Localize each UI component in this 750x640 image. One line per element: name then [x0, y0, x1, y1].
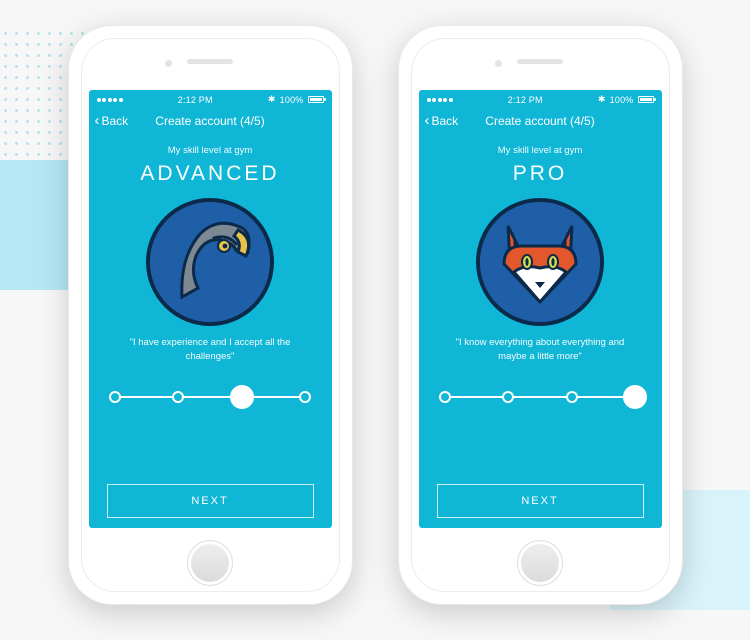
phone-speaker — [517, 59, 563, 64]
battery-percent: 100% — [280, 95, 304, 105]
skill-quote: "I know everything about everything and … — [450, 336, 630, 364]
status-time: 2:12 PM — [178, 95, 213, 105]
battery-icon — [638, 96, 654, 103]
back-button[interactable]: ‹ Back — [95, 114, 129, 129]
bluetooth-icon: ✱ — [268, 94, 276, 105]
bluetooth-icon: ✱ — [598, 94, 606, 105]
signal-icon — [427, 98, 453, 102]
status-time: 2:12 PM — [508, 95, 543, 105]
skill-level-name: PRO — [513, 162, 568, 186]
slider-node[interactable] — [172, 391, 184, 403]
app-screen-advanced: 2:12 PM ✱ 100% ‹ Back Create account (4/… — [89, 90, 332, 528]
slider-node[interactable] — [439, 391, 451, 403]
slider-node[interactable] — [230, 385, 254, 409]
onboarding-content: My skill level at gym ADVANCED "I have e… — [89, 135, 332, 528]
phone-mockups-row: 2:12 PM ✱ 100% ‹ Back Create account (4/… — [0, 25, 750, 605]
skill-avatar — [476, 198, 604, 326]
phone-camera — [165, 60, 172, 67]
slider-track — [445, 396, 635, 398]
skill-slider[interactable] — [445, 384, 635, 410]
chevron-left-icon: ‹ — [95, 113, 100, 128]
next-label: NEXT — [191, 495, 228, 507]
battery-icon — [308, 96, 324, 103]
status-bar: 2:12 PM ✱ 100% — [89, 90, 332, 107]
fox-icon — [480, 202, 600, 322]
onboarding-content: My skill level at gym PRO — [419, 135, 662, 528]
skill-avatar — [146, 198, 274, 326]
phone-camera — [495, 60, 502, 67]
skill-quote: "I have experience and I accept all the … — [120, 336, 300, 364]
slider-node[interactable] — [109, 391, 121, 403]
slider-node[interactable] — [623, 385, 647, 409]
next-button[interactable]: NEXT — [107, 484, 314, 518]
signal-icon — [97, 98, 123, 102]
skill-level-name: ADVANCED — [140, 162, 279, 186]
status-bar: 2:12 PM ✱ 100% — [419, 90, 662, 107]
nav-bar: ‹ Back Create account (4/5) — [89, 107, 332, 135]
battery-percent: 100% — [610, 95, 634, 105]
phone-speaker — [187, 59, 233, 64]
next-label: NEXT — [521, 495, 558, 507]
phone-mockup-advanced: 2:12 PM ✱ 100% ‹ Back Create account (4/… — [68, 25, 353, 605]
skill-slider[interactable] — [115, 384, 305, 410]
app-screen-pro: 2:12 PM ✱ 100% ‹ Back Create account (4/… — [419, 90, 662, 528]
skill-subtitle: My skill level at gym — [168, 145, 252, 156]
back-label: Back — [102, 114, 129, 128]
nav-bar: ‹ Back Create account (4/5) — [419, 107, 662, 135]
slider-track — [115, 396, 305, 398]
chevron-left-icon: ‹ — [425, 113, 430, 128]
eagle-icon — [150, 202, 270, 322]
skill-subtitle: My skill level at gym — [498, 145, 582, 156]
back-button[interactable]: ‹ Back — [425, 114, 459, 129]
home-button[interactable] — [187, 540, 233, 586]
back-label: Back — [432, 114, 459, 128]
home-button[interactable] — [517, 540, 563, 586]
slider-node[interactable] — [299, 391, 311, 403]
slider-node[interactable] — [566, 391, 578, 403]
slider-node[interactable] — [502, 391, 514, 403]
page-title: Create account (4/5) — [485, 114, 594, 128]
phone-mockup-pro: 2:12 PM ✱ 100% ‹ Back Create account (4/… — [398, 25, 683, 605]
page-title: Create account (4/5) — [155, 114, 264, 128]
next-button[interactable]: NEXT — [437, 484, 644, 518]
